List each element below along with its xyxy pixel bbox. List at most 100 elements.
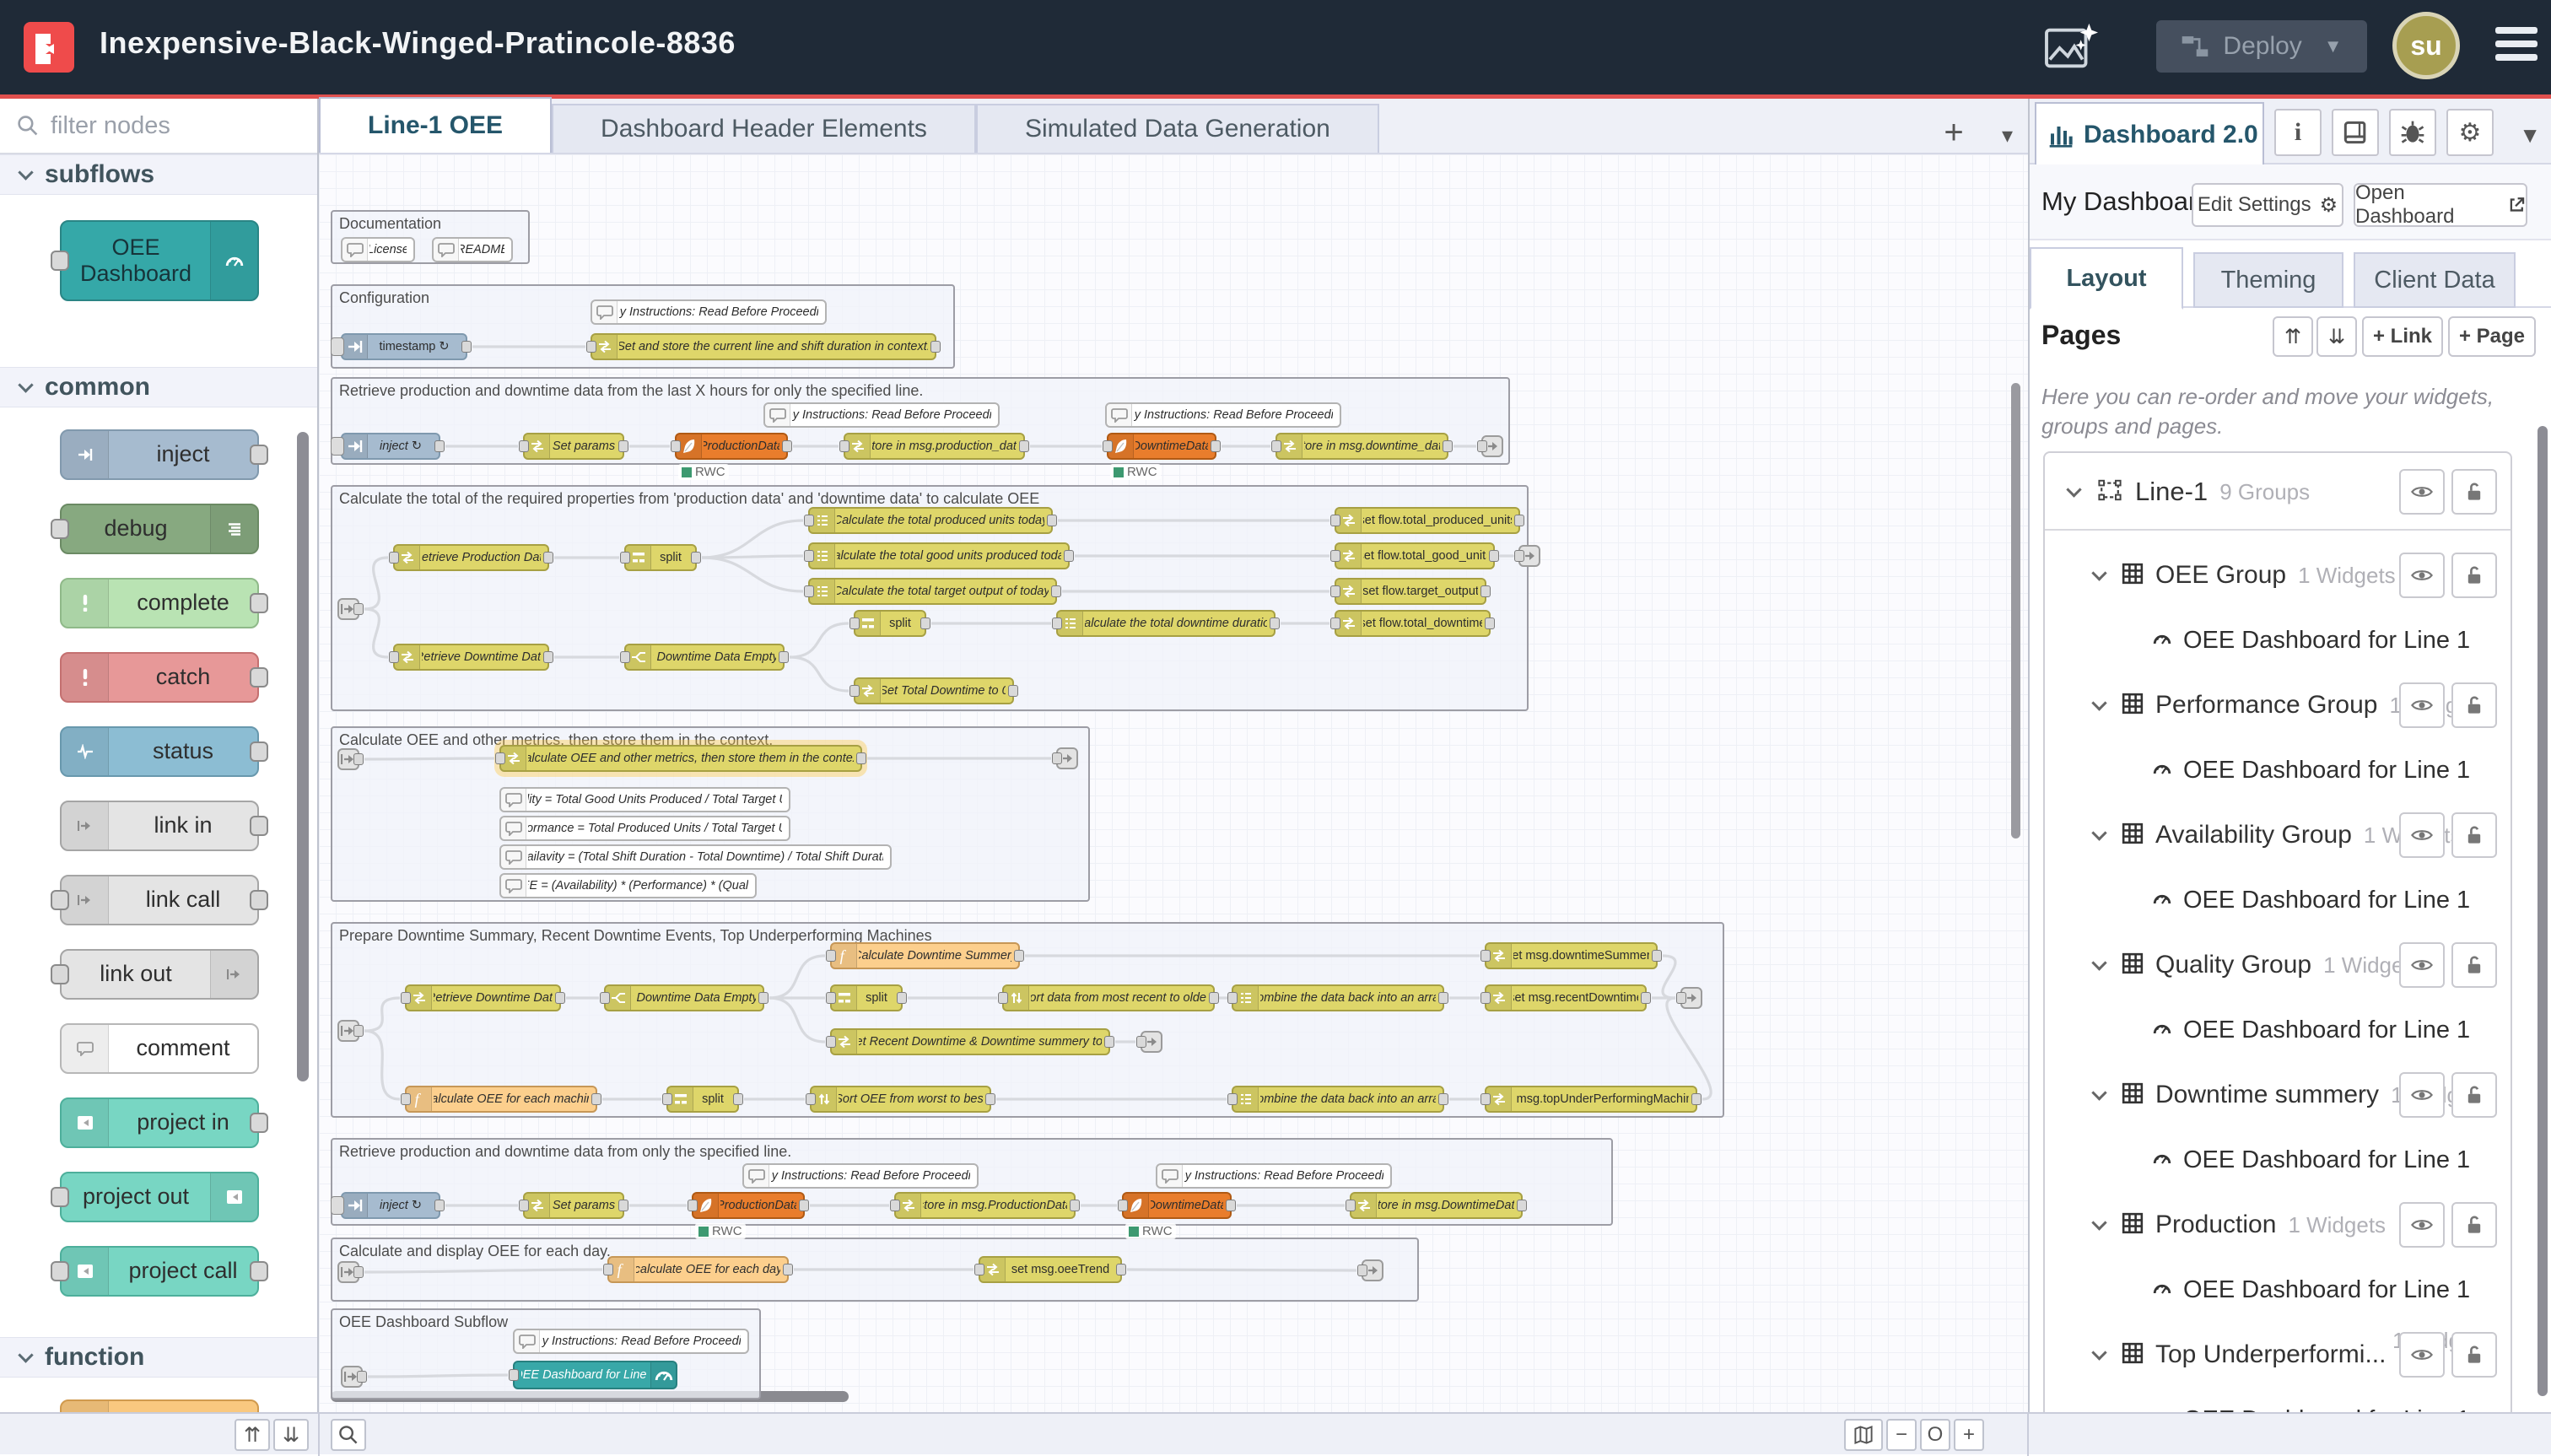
node-set-flow.total_good_units[interactable]: set flow.total_good_units [1335,542,1495,569]
deploy-caret-icon[interactable]: ▼ [2324,35,2343,57]
output-port[interactable] [1051,585,1061,597]
flow-tab-Simulated-Data-Generation[interactable]: Simulated Data Generation [976,104,1379,153]
node-store-in-msg.production_data[interactable]: store in msg.production_data [844,433,1025,460]
node-Is-Downtime-Data-Empty?[interactable]: Is Downtime Data Empty? [624,644,785,671]
palette-collapse-button[interactable]: ⇈ [235,1419,270,1451]
node-Key-Instructions:-Read-Before-Proceeding[interactable]: Key Instructions: Read Before Proceeding [742,1163,979,1189]
node-Set-params[interactable]: Set params [523,433,624,460]
output-port[interactable] [782,440,792,452]
node-Calculate-OEE-and-other-metrics,-then-st[interactable]: Calculate OEE and other metrics, then st… [499,745,862,772]
output-port[interactable] [1438,992,1448,1004]
input-port[interactable] [974,1264,984,1275]
collapse-all-button[interactable]: ⇈ [2273,316,2313,357]
tab-layout[interactable]: Layout [2030,247,2183,310]
input-port[interactable] [401,992,411,1004]
input-port[interactable] [1136,1036,1146,1048]
output-port[interactable] [1209,992,1219,1004]
node-Set-Recent-Downtime-&-Downtime-summery-t[interactable]: Set Recent Downtime & Downtime summery t… [830,1028,1110,1055]
flow-canvas[interactable]: DocumentationConfigurationRetrieve produ… [319,154,2028,1412]
node-DowntimeData[interactable]: DowntimeData [1107,433,1216,460]
input-port[interactable] [826,992,836,1004]
input-port[interactable] [1480,1093,1491,1105]
node-Set-params[interactable]: Set params [523,1192,624,1219]
output-port[interactable] [543,651,553,663]
tree-row-page-Line-1[interactable]: Line-1 9 Groups [2045,463,2511,520]
palette-scrollbar[interactable] [297,432,309,1081]
node-Availavity-=-(Total-Shift-Duration---Tot[interactable]: Availavity = (Total Shift Duration - Tot… [499,844,892,870]
sidebar-scrollbar[interactable] [2538,426,2548,1396]
visibility-eye-icon[interactable] [2399,553,2445,598]
output-port[interactable] [1070,1200,1080,1211]
node-Retrieve-Downtime-Data[interactable]: Retrieve Downtime Data [393,644,549,671]
edit-settings-button[interactable]: Edit Settings⚙ [2192,183,2343,227]
node-Is-Downtime-Data-Empty?[interactable]: Is Downtime Data Empty? [604,984,764,1011]
node-Set-Total-Downtime-to-0[interactable]: Set Total Downtime to 0 [854,677,1014,704]
flow-tab-Dashboard-Header-Elements[interactable]: Dashboard Header Elements [552,104,976,153]
node-t0[interactable] [337,1261,359,1283]
visibility-eye-icon[interactable] [2399,1202,2445,1248]
info-icon[interactable]: i [2274,109,2322,156]
unlock-icon[interactable] [2451,1072,2497,1118]
input-port[interactable] [1052,617,1062,629]
expand-all-button[interactable]: ⇊ [2316,316,2357,357]
output-port[interactable] [250,593,268,613]
palette-section-common[interactable]: common [0,367,319,407]
tree-row-widget[interactable]: OEE Dashboard for Line 1 [2045,1137,2511,1183]
output-port[interactable] [1438,1093,1448,1105]
node-ProductionData[interactable]: ProductionData [675,433,788,460]
output-port[interactable] [461,341,472,353]
input-port[interactable] [51,1187,69,1207]
node-Set-and-store-the-current-line-and-shift[interactable]: Set and store the current line and shift… [591,333,936,360]
unlock-icon[interactable] [2451,812,2497,858]
tree-row-widget[interactable]: OEE Dashboard for Line 1 [2045,877,2511,923]
input-port[interactable] [51,964,69,984]
input-port[interactable] [389,552,399,564]
output-port[interactable] [783,1264,793,1275]
input-port[interactable] [806,1093,816,1105]
node-inject-↻[interactable]: inject ↻ [341,1192,440,1219]
open-dashboard-button[interactable]: Open Dashboard [2354,183,2527,227]
node-m7[interactable] [1481,435,1503,457]
palette-node-link-in[interactable]: link in [60,801,259,851]
tab-theming[interactable]: Theming [2193,252,2343,308]
input-port[interactable] [1118,1200,1128,1211]
output-port[interactable] [434,440,445,452]
node-License[interactable]: License [341,237,415,262]
palette-node-project-in[interactable]: project in [60,1097,259,1148]
node-set-msg.topUnderPerformingMachines[interactable]: set msg.topUnderPerformingMachines [1485,1086,1697,1113]
input-port[interactable] [839,440,849,452]
node-set-flow.target_output[interactable]: set flow.target_output [1335,578,1486,605]
palette-expand-button[interactable]: ⇊ [273,1419,309,1451]
palette-node-project-out[interactable]: project out [60,1172,259,1222]
node-Calculate-OEE-for-each-machine[interactable]: fCalculate OEE for each machine [405,1086,597,1113]
node-Retrieve-Production-Data[interactable]: Retrieve Production Data [393,544,549,571]
output-port[interactable] [733,1093,743,1105]
tree-row-group-OEE-Group[interactable]: OEE Group 1 Widgets [2045,553,2511,598]
output-port[interactable] [353,753,364,765]
input-port[interactable] [509,1369,519,1381]
input-port[interactable] [804,550,814,562]
node-set-flow.total_downtime[interactable]: set flow.total_downtime [1335,610,1491,637]
flow-group-g8[interactable]: Calculate and display OEE for each day. [331,1238,1419,1302]
output-port[interactable] [250,445,268,465]
inject-button[interactable] [331,437,344,456]
output-port[interactable] [353,603,364,615]
inject-button[interactable] [331,1196,344,1215]
output-port[interactable] [250,816,268,836]
tree-row-group-Availability-Group[interactable]: Availability Group 1 Widgets [2045,812,2511,858]
input-port[interactable] [671,440,681,452]
input-port[interactable] [890,1200,900,1211]
output-port[interactable] [353,1266,364,1278]
palette-node-debug[interactable]: debug [60,504,259,554]
node-r9[interactable] [1680,987,1702,1009]
input-port[interactable] [1357,1265,1367,1276]
input-port[interactable] [804,515,814,526]
input-port[interactable] [1330,515,1340,526]
node-u0[interactable] [341,1366,363,1388]
output-port[interactable] [1211,440,1221,452]
input-port[interactable] [1227,1093,1238,1105]
output-port[interactable] [1517,1200,1527,1211]
node-set-msg.oeeTrend[interactable]: set msg.oeeTrend [979,1256,1122,1283]
unlock-icon[interactable] [2451,1332,2497,1378]
node-set-msg.downtimeSummery[interactable]: set msg.downtimeSummery [1485,942,1658,969]
